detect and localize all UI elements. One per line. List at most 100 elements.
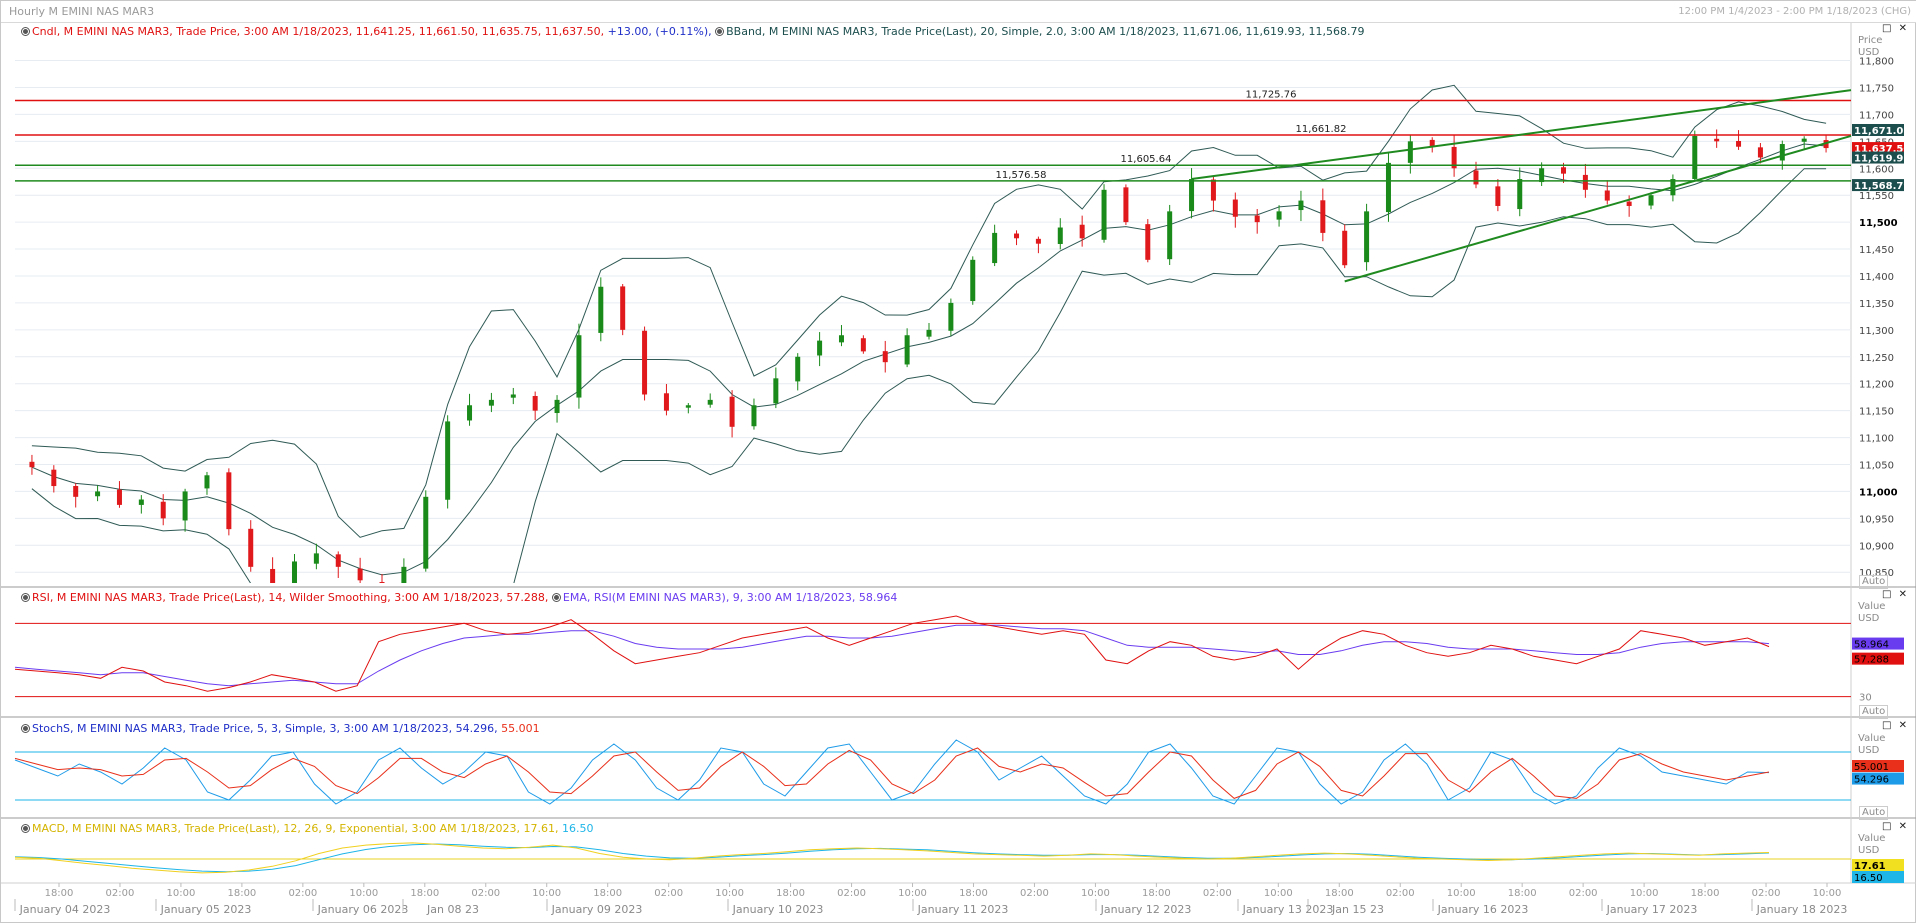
candle-body: [182, 491, 188, 521]
candle-body: [620, 286, 626, 330]
price-auto-button[interactable]: Auto: [1859, 575, 1889, 589]
stoch-k-tag-label: 54.296: [1854, 775, 1889, 786]
x-time-label: 02:00: [1386, 888, 1415, 899]
x-time-label: 18:00: [227, 888, 256, 899]
candle-body: [160, 501, 166, 519]
stoch-auto-button[interactable]: Auto: [1859, 806, 1889, 820]
price-tag-label: 11,568.79: [1854, 181, 1910, 192]
candle-body: [1714, 138, 1720, 142]
price-tick-label: 11,100: [1859, 434, 1894, 445]
hline-label: 11,576.58: [996, 170, 1047, 181]
indicator-settings-icon[interactable]: [21, 27, 30, 36]
rsi-tag-label: 57.288: [1854, 655, 1889, 666]
x-date-label: January 05 2023: [160, 903, 252, 916]
price-tick-label: 11,350: [1859, 299, 1894, 310]
candle-body: [1123, 187, 1129, 223]
candle-body: [1539, 168, 1545, 183]
bband-settings-icon[interactable]: [715, 27, 725, 36]
stoch-d-line: [14, 747, 1770, 799]
price-tick-label: 11,200: [1859, 380, 1894, 391]
candle-body: [1079, 224, 1085, 239]
x-time-label: 18:00: [776, 888, 805, 899]
candle-body: [510, 394, 516, 398]
candle-body: [1801, 138, 1807, 142]
candle-body: [773, 378, 779, 404]
candle-body: [73, 486, 79, 497]
hline-label: 11,661.82: [1296, 124, 1347, 135]
stoch-k-line: [14, 739, 1770, 805]
price-axis-title-line1: Price: [1858, 35, 1883, 46]
candle-body: [882, 351, 888, 363]
x-date-label: January 12 2023: [1100, 903, 1192, 916]
x-time-label: 10:00: [167, 888, 196, 899]
candle-body: [1779, 144, 1785, 161]
macd-axis-value-label: Value: [1858, 833, 1886, 844]
x-time-label: 10:00: [532, 888, 561, 899]
stoch-settings-icon[interactable]: [21, 724, 30, 733]
price-plot: [29, 84, 1829, 583]
price-tick-label: 11,700: [1859, 110, 1894, 121]
candle-body: [598, 286, 604, 333]
price-pane-controls[interactable]: □ ✕: [1882, 23, 1909, 34]
x-date-label: January 16 2023: [1437, 903, 1529, 916]
hline-label: 11,725.76: [1246, 90, 1297, 101]
candle-body: [1342, 230, 1348, 266]
candle-body: [270, 568, 276, 583]
candle-body: [467, 405, 473, 421]
x-time-label: 10:00: [1813, 888, 1842, 899]
candle-body: [1561, 167, 1567, 174]
candle-body: [970, 259, 976, 302]
candle-body: [1495, 186, 1501, 206]
rsi-legend-text: RSI, M EMINI NAS MAR3, Trade Price(Last)…: [32, 591, 549, 604]
trend-lower-line: [1344, 134, 1852, 283]
rsi-ema-settings-icon[interactable]: [551, 593, 561, 602]
chart-canvas[interactable]: 10,85010,90010,95011,00011,05011,10011,1…: [1, 1, 1916, 924]
candle-body: [1473, 170, 1479, 185]
x-time-label: 02:00: [106, 888, 135, 899]
stoch-legend: StochS, M EMINI NAS MAR3, Trade Price, 5…: [21, 722, 540, 735]
x-time-label: 02:00: [654, 888, 683, 899]
macd-signal-legend-text: 16.50: [558, 822, 594, 835]
candle-body: [51, 469, 57, 487]
x-time-label: 10:00: [715, 888, 744, 899]
candle-body: [291, 561, 297, 583]
candle-body: [1604, 190, 1610, 201]
rsi-line: [14, 615, 1770, 692]
price-tick-label: 11,400: [1859, 272, 1894, 283]
candle-body: [29, 461, 35, 468]
candle-body: [248, 528, 254, 567]
x-time-label: 10:00: [1630, 888, 1659, 899]
cndl-change-text: +13.00, (+0.11%),: [604, 25, 712, 38]
candle-body: [335, 554, 341, 567]
candle-body: [838, 335, 844, 343]
x-time-label: 02:00: [288, 888, 317, 899]
macd-axis-title: Value USD: [1858, 833, 1885, 857]
rsi-settings-icon[interactable]: [21, 593, 30, 602]
hline-label: 11,605.64: [1121, 154, 1172, 165]
stoch-axis-unit-label: USD: [1858, 745, 1880, 756]
macd-signal-line: [14, 843, 1770, 873]
candle-body: [817, 340, 823, 356]
x-date-label: January 13 2023: [1242, 903, 1334, 916]
candle-body: [707, 399, 713, 405]
price-tick-label: 11,450: [1859, 245, 1894, 256]
stoch-pane-controls[interactable]: □ ✕: [1882, 720, 1909, 731]
macd-axis-unit-label: USD: [1858, 845, 1880, 856]
candle-body: [1145, 224, 1151, 260]
price-tick-label: 10,950: [1859, 514, 1894, 525]
candle-body: [795, 356, 801, 382]
candle-body: [1407, 141, 1413, 163]
candle-body: [445, 421, 451, 500]
rsi-auto-button[interactable]: Auto: [1859, 705, 1889, 719]
candle-body: [576, 335, 582, 398]
x-time-label: 02:00: [837, 888, 866, 899]
x-time-label: 18:00: [1691, 888, 1720, 899]
macd-settings-icon[interactable]: [21, 824, 30, 833]
x-date-label: January 18 2023: [1756, 903, 1848, 916]
candle-body: [357, 568, 363, 581]
rsi-pane-controls[interactable]: □ ✕: [1882, 589, 1909, 600]
bband-legend-text: BBand, M EMINI NAS MAR3, Trade Price(Las…: [726, 25, 1365, 38]
rsi-axis-unit-label: USD: [1858, 613, 1880, 624]
x-time-label: 18:00: [959, 888, 988, 899]
macd-pane-controls[interactable]: □ ✕: [1882, 821, 1909, 832]
